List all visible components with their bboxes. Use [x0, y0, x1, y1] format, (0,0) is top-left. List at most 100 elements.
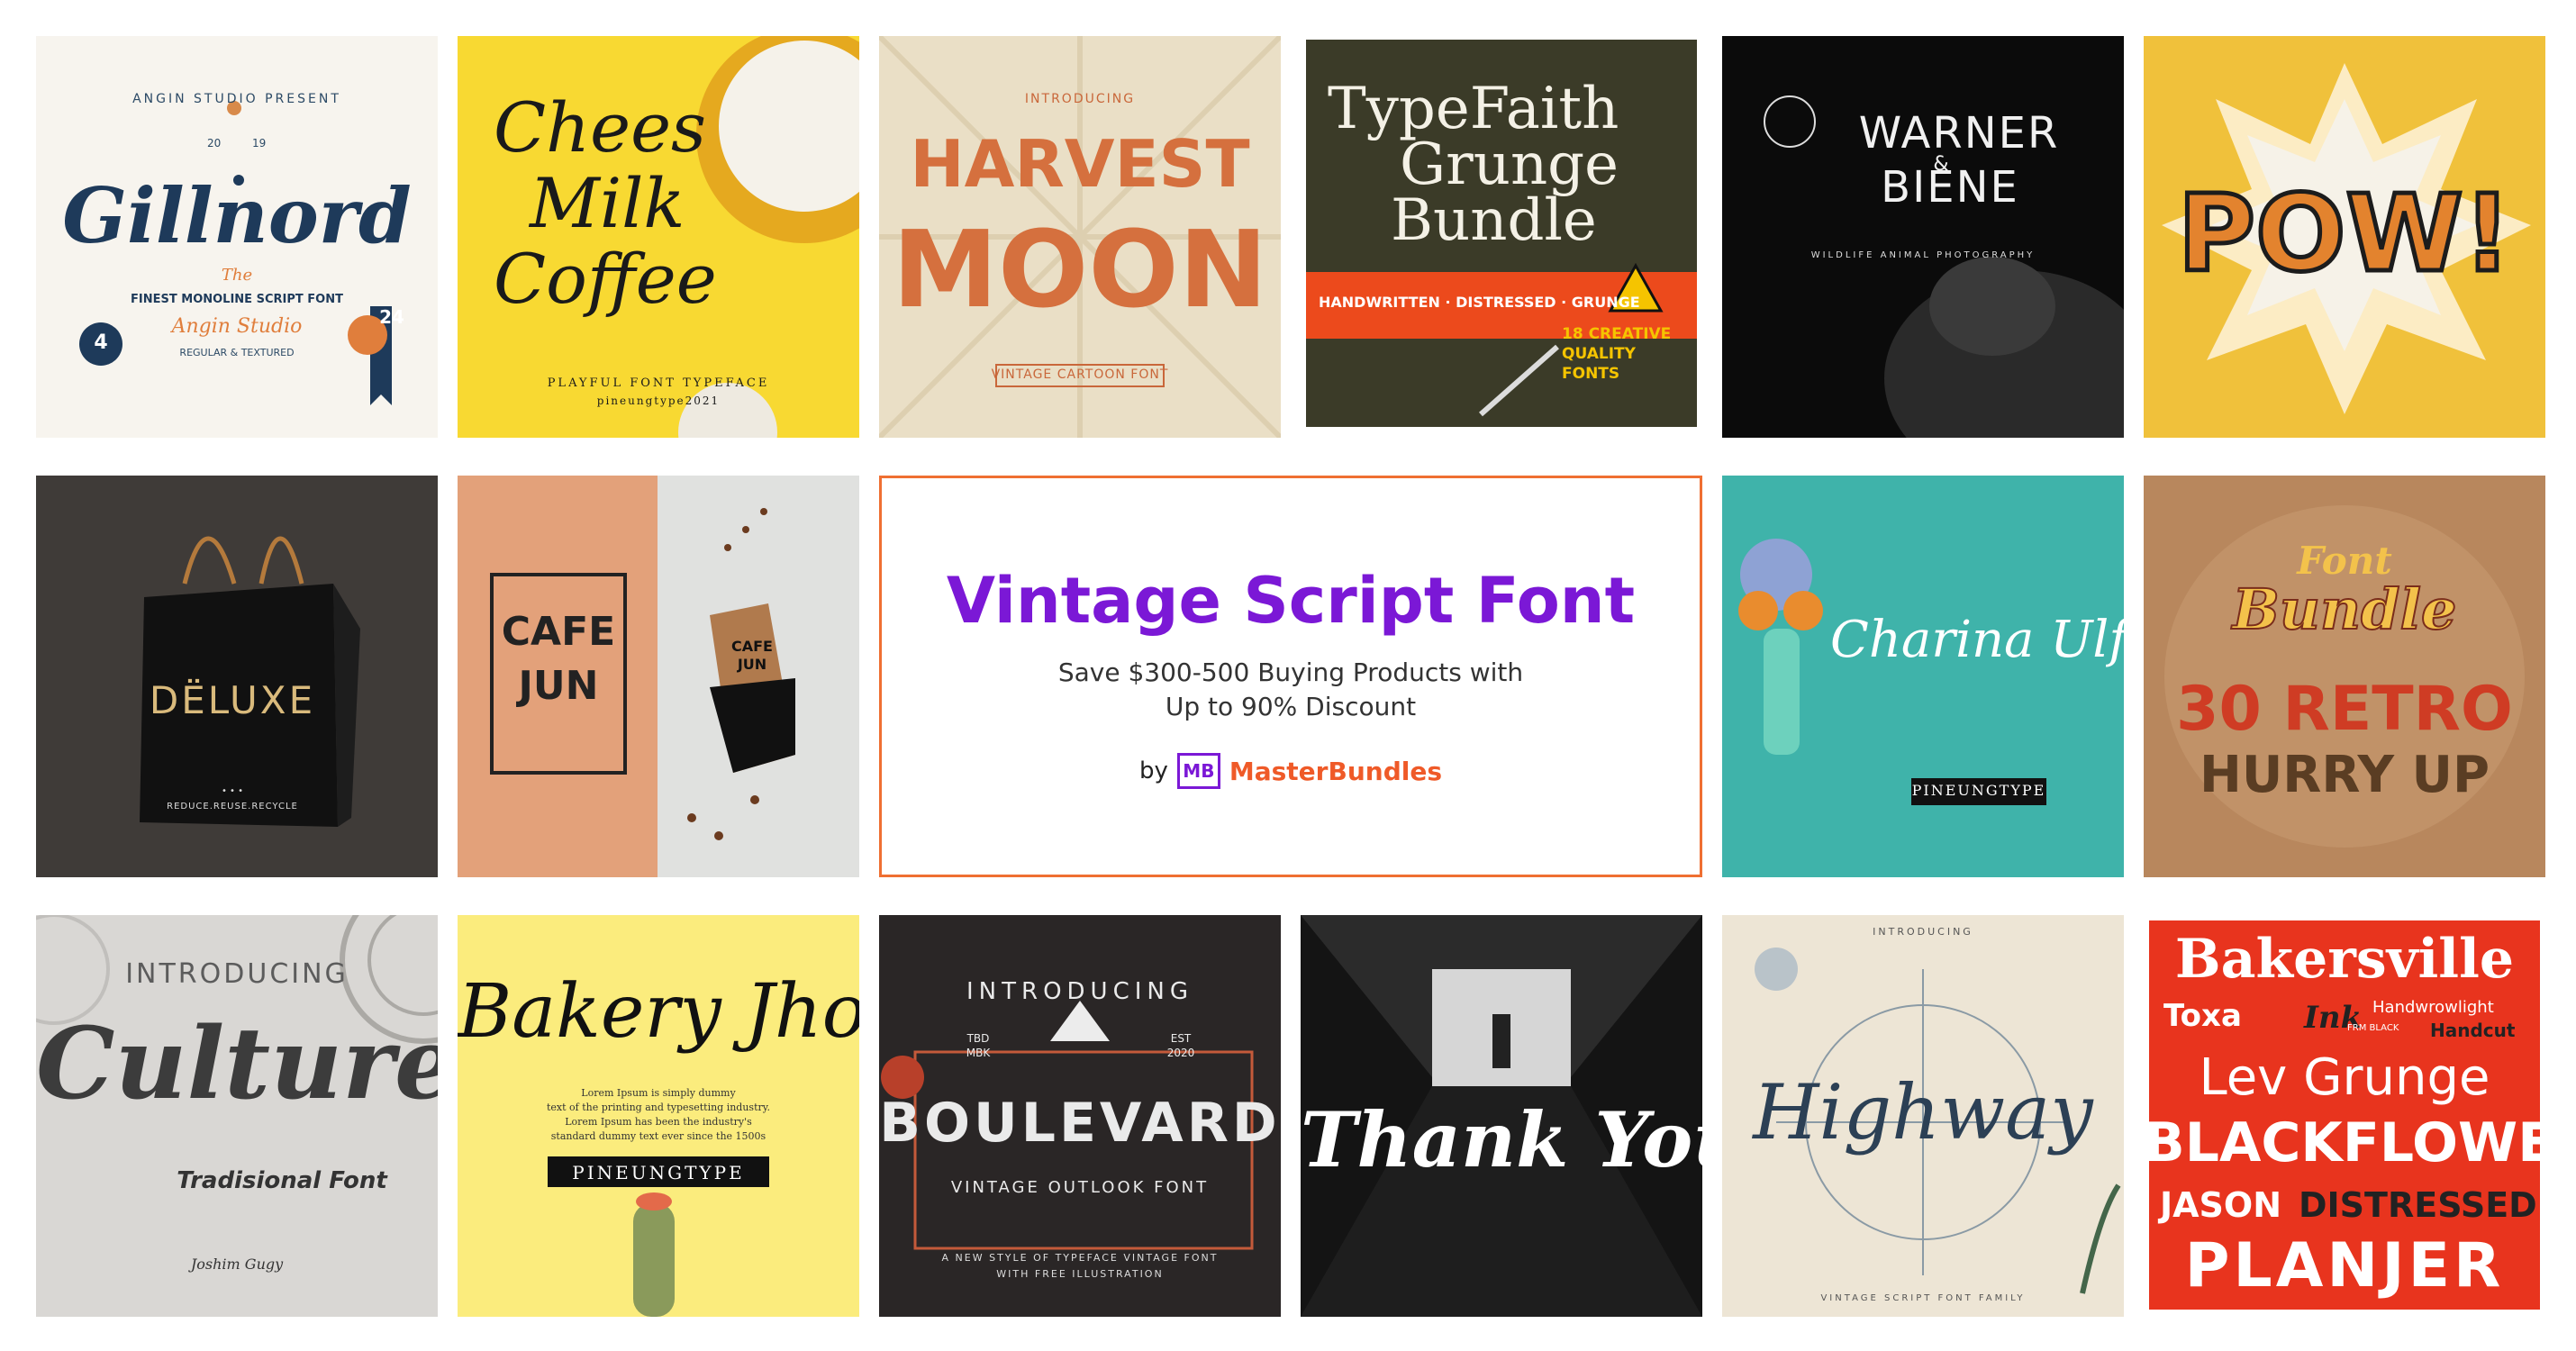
typefaith-count: 18 CREATIVE QUALITY FONTS — [1562, 324, 1671, 384]
chees-line-1: Chees — [494, 87, 707, 168]
tile-charina-ulfa[interactable]: Charina Ulfa PINEUNGTYPE — [1722, 476, 2124, 877]
fontbundle-line-4: HURRY UP — [2199, 746, 2490, 804]
cafe-line-1: CAFE — [501, 609, 616, 655]
tile-pow[interactable]: POW! — [2144, 36, 2545, 438]
warner-line-1: WARNER — [1858, 108, 2060, 159]
banner-subtitle-line-1: Save $300-500 Buying Products with — [1057, 657, 1524, 687]
typefaith-count-3: FONTS — [1562, 365, 1620, 383]
harvest-line-2: MOON — [892, 207, 1268, 331]
chees-line-2: Milk — [530, 163, 685, 243]
deluxe-sub: REDUCE.REUSE.RECYCLE — [167, 802, 298, 812]
gillnord-badge-right: 24 — [379, 306, 404, 328]
flower-vase-illustration — [1738, 539, 2046, 805]
fontbundle-line-2: Bundle — [2232, 576, 2458, 643]
boulevard-tl-2: MBK — [966, 1047, 991, 1059]
cat-silhouette — [1764, 95, 2124, 438]
charina-title: Charina Ulfa — [1830, 611, 2124, 669]
boulevard-foot-2: WITH FREE ILLUSTRATION — [996, 1268, 1164, 1280]
boulevard-intro: INTRODUCING — [966, 978, 1193, 1005]
culture-intro: INTRODUCING — [125, 958, 349, 990]
tile-chees-milk-coffee[interactable]: Chees Milk Coffee PLAYFUL FONT TYPEFACE … — [458, 36, 859, 438]
deluxe-brand: DËLUXE — [149, 678, 316, 722]
boulevard-tl-1: TBD — [966, 1032, 990, 1045]
chees-sub-2: pineungtype2021 — [596, 394, 721, 407]
boulevard-sub: VINTAGE OUTLOOK FONT — [950, 1178, 1210, 1197]
bakery-p4: standard dummy text ever since the 1500s — [550, 1130, 766, 1142]
fontbundle-line-3: 30 RETRO — [2176, 674, 2513, 745]
bakery-p3: Lorem Ipsum has been the industry's — [565, 1116, 752, 1128]
gillnord-title: Gillnord — [62, 171, 412, 260]
boulevard-title: BOULEVARD — [879, 1092, 1281, 1155]
tile-culture[interactable]: INTRODUCING Culture Tradisional Font Jos… — [36, 915, 438, 1317]
chees-line-3: Coffee — [494, 239, 717, 319]
bakersville-line-6: PLANJER — [2184, 1230, 2505, 1301]
bakery-brand: PINEUNGTYPE — [572, 1162, 745, 1183]
typefaith-tags: HANDWRITTEN · DISTRESSED · GRUNGE — [1319, 294, 1640, 311]
tile-cafe-jun[interactable]: CAFE JUN CAFE JUN — [458, 476, 859, 877]
tile-deluxe-bag[interactable]: DËLUXE • • • REDUCE.REUSE.RECYCLE — [36, 476, 438, 877]
bakersville-line-5a: JASON — [2160, 1185, 2282, 1225]
bakersville-line-2c: Handwrowlight — [2372, 998, 2494, 1017]
gillnord-top-text: ANGIN STUDIO PRESENT — [132, 92, 341, 106]
highway-sub: VINTAGE SCRIPT FONT FAMILY — [1820, 1293, 2026, 1303]
tile-warner-biene[interactable]: WARNER & BIENE WILDLIFE ANIMAL PHOTOGRAP… — [1722, 36, 2124, 438]
highway-intro: INTRODUCING — [1873, 926, 1973, 938]
culture-signature: Joshim Gugy — [190, 1256, 284, 1273]
tile-font-bundle-retro[interactable]: Font Bundle 30 RETRO HURRY UP — [2144, 476, 2545, 877]
bakersville-line-2e: Handcut — [2430, 1020, 2516, 1041]
tile-harvest-moon[interactable]: INTRODUCING HARVEST MOON VINTAGE CARTOON… — [879, 36, 1281, 438]
tile-bakersville-bundle[interactable]: Bakersville Toxa Ink Handwrowlight FRM B… — [2144, 915, 2545, 1317]
tile-thank-you[interactable]: Thank You — [1301, 915, 1702, 1317]
harvest-sub: VINTAGE CARTOON FONT — [991, 367, 1169, 382]
bakersville-line-1: Bakersville — [2174, 928, 2515, 991]
tile-typefaith-grunge[interactable]: TypeFaith Grunge Bundle HANDWRITTEN · DI… — [1301, 36, 1702, 438]
thankyou-text: Thank You — [1301, 1095, 1702, 1184]
cafe-bag-1: CAFE — [731, 638, 773, 655]
bakersville-line-5b: DISTRESSED — [2299, 1185, 2537, 1225]
bakersville-line-3: Lev Grunge — [2199, 1048, 2490, 1107]
banner-subtitle: Save $300-500 Buying Products with Up to… — [1058, 656, 1523, 724]
typefaith-count-2: QUALITY — [1562, 345, 1636, 363]
banner-byline: by MB MasterBundles — [1139, 753, 1442, 789]
warner-sub: WILDLIFE ANIMAL PHOTOGRAPHY — [1810, 250, 2036, 260]
typefaith-line-2: Grunge — [1400, 131, 1619, 198]
pow-text: POW! — [2175, 169, 2514, 298]
cafe-line-2: JUN — [518, 663, 599, 709]
promo-banner[interactable]: Vintage Script Font Save $300-500 Buying… — [879, 476, 1702, 877]
tile-bakery-jho[interactable]: Bakery Jho Lorem Ipsum is simply dummy t… — [458, 915, 859, 1317]
masterbundles-brand-link[interactable]: MasterBundles — [1229, 757, 1442, 786]
typefaith-count-1: 18 CREATIVE — [1562, 325, 1672, 343]
harvest-intro: INTRODUCING — [1024, 92, 1136, 106]
font-collage-grid: ANGIN STUDIO PRESENT 20 19 Gillnord The … — [36, 36, 2545, 1317]
chees-title: Chees Milk Coffee — [494, 90, 717, 317]
gillnord-year-b: 19 — [252, 137, 267, 150]
warner-line-2: BIENE — [1881, 162, 2019, 213]
bakersville-line-2d: FRM BLACK — [2347, 1023, 2399, 1033]
highway-title: Highway — [1753, 1068, 2093, 1156]
deluxe-dots: • • • — [221, 786, 244, 796]
chees-sub-1: PLAYFUL FONT TYPEFACE — [547, 376, 770, 390]
bakery-title: Bakery Jho — [458, 969, 859, 1055]
typefaith-title: TypeFaith Grunge Bundle — [1328, 76, 1619, 254]
banner-by-text: by — [1138, 757, 1168, 784]
culture-sub: Tradisional Font — [177, 1167, 387, 1194]
bakersville-line-2a: Toxa — [2163, 998, 2242, 1034]
cafe-bag-2: JUN — [737, 656, 767, 673]
banner-subtitle-line-2: Up to 90% Discount — [1165, 692, 1417, 721]
banner-title: Vintage Script Font — [946, 564, 1636, 638]
harvest-line-1: HARVEST — [910, 126, 1250, 202]
typefaith-line-3: Bundle — [1391, 187, 1597, 254]
bakersville-line-4: BLACKFLOWER — [2144, 1111, 2545, 1174]
gillnord-tagline: FINEST MONOLINE SCRIPT FONT — [131, 293, 343, 306]
tile-highway[interactable]: INTRODUCING Highway VINTAGE SCRIPT FONT … — [1722, 915, 2124, 1317]
shopping-bag-illustration — [140, 536, 360, 827]
boulevard-foot-1: A NEW STYLE OF TYPEFACE VINTAGE FONT — [941, 1252, 1219, 1264]
tile-gillnord[interactable]: ANGIN STUDIO PRESENT 20 19 Gillnord The … — [36, 36, 438, 438]
tile-boulevard[interactable]: INTRODUCING TBD MBK EST 2020 BOULEVARD V… — [879, 915, 1281, 1317]
typefaith-line-1: TypeFaith — [1328, 76, 1619, 142]
boulevard-tr-2: 2020 — [1166, 1047, 1195, 1059]
gillnord-badge-left: 4 — [94, 331, 108, 354]
masterbundles-logo-icon[interactable]: MB — [1176, 753, 1220, 789]
culture-title: Culture — [36, 1005, 438, 1121]
charina-brand: PINEUNGTYPE — [1911, 782, 2046, 799]
